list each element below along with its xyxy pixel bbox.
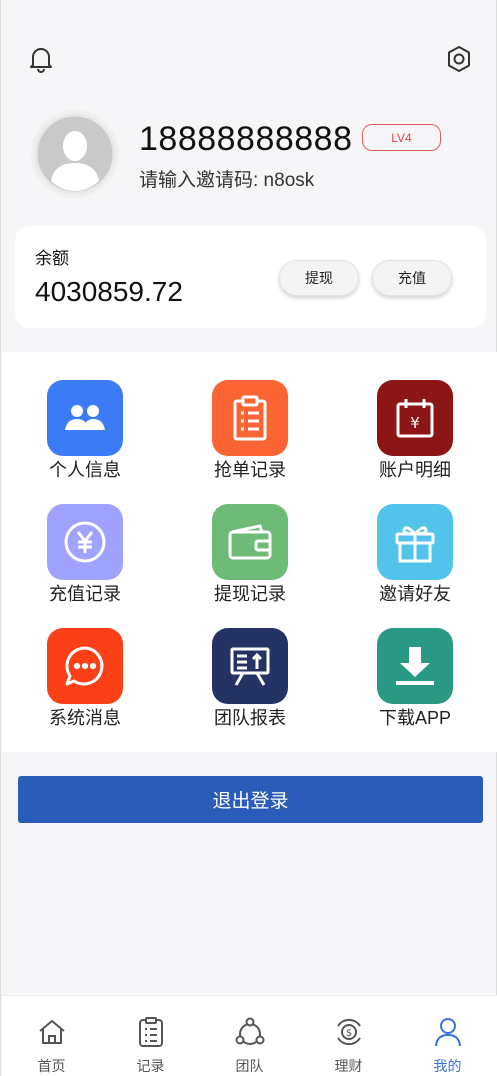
bottom-tab-bar: 首页 记录 团队 $ 理财 我的 [2, 995, 497, 1076]
withdraw-button[interactable]: 提现 [279, 260, 359, 296]
menu-item-personal-info[interactable]: 个人信息 [25, 380, 145, 490]
menu-item-label: 个人信息 [49, 460, 121, 480]
balance-card: 余额 4030859.72 提现 充值 [15, 226, 486, 328]
users-icon [47, 380, 123, 456]
tab-label: 记录 [136, 1058, 165, 1074]
team-icon [234, 1016, 266, 1048]
download-icon [377, 628, 453, 704]
menu-item-label: 团队报表 [214, 708, 286, 728]
avatar[interactable] [31, 110, 119, 198]
tab-home[interactable]: 首页 [2, 996, 101, 1076]
menu-item-invite-friends[interactable]: 邀请好友 [355, 504, 475, 614]
tab-label: 理财 [334, 1058, 363, 1074]
app-screen: 18888888888 LV4 请输入邀请码: n8osk 余额 4030859… [0, 0, 497, 1076]
menu-item-account-details[interactable]: ¥ 账户明细 [355, 380, 475, 490]
svg-text:$: $ [346, 1028, 352, 1039]
level-badge: LV4 [362, 124, 441, 151]
home-icon [36, 1016, 68, 1048]
bell-icon[interactable] [26, 44, 56, 74]
tab-finance[interactable]: $ 理财 [299, 996, 398, 1076]
tab-team[interactable]: 团队 [200, 996, 299, 1076]
finance-icon: $ [333, 1016, 365, 1048]
menu-item-grab-records[interactable]: 抢单记录 [190, 380, 310, 490]
yen-circle-icon [47, 504, 123, 580]
svg-text:¥: ¥ [410, 414, 420, 432]
presentation-board-icon [212, 628, 288, 704]
recharge-button[interactable]: 充值 [372, 260, 452, 296]
calendar-yen-icon: ¥ [377, 380, 453, 456]
menu-item-download-app[interactable]: 下载APP [355, 628, 475, 738]
tab-label: 首页 [37, 1058, 66, 1074]
user-icon [432, 1016, 464, 1048]
menu-item-label: 邀请好友 [379, 584, 451, 604]
logout-button[interactable]: 退出登录 [18, 776, 483, 823]
menu-item-system-messages[interactable]: 系统消息 [25, 628, 145, 738]
wallet-icon [212, 504, 288, 580]
chat-bubble-icon [47, 628, 123, 704]
tab-records[interactable]: 记录 [101, 996, 200, 1076]
menu-item-recharge-records[interactable]: 充值记录 [25, 504, 145, 614]
balance-value: 4030859.72 [35, 276, 183, 307]
user-avatar-icon [34, 113, 116, 195]
tab-label: 团队 [235, 1058, 264, 1074]
tab-label: 我的 [433, 1058, 462, 1074]
list-icon [135, 1016, 167, 1048]
menu-item-withdraw-records[interactable]: 提现记录 [190, 504, 310, 614]
balance-label: 余额 [35, 249, 69, 268]
menu-grid: 个人信息 抢单记录 ¥ 账户明细 充值记录 提现记录 邀请好友 系统消息 团队报… [2, 352, 497, 752]
menu-item-label: 充值记录 [49, 584, 121, 604]
menu-item-team-report[interactable]: 团队报表 [190, 628, 310, 738]
invite-code-text[interactable]: 请输入邀请码: n8osk [139, 165, 314, 192]
clipboard-icon [212, 380, 288, 456]
menu-item-label: 账户明细 [379, 460, 451, 480]
menu-item-label: 提现记录 [214, 584, 286, 604]
gear-icon[interactable] [444, 44, 474, 74]
tab-mine[interactable]: 我的 [398, 996, 497, 1076]
phone-number: 18888888888 [139, 120, 353, 158]
menu-item-label: 抢单记录 [214, 460, 286, 480]
menu-item-label: 系统消息 [49, 708, 121, 728]
gift-icon [377, 504, 453, 580]
menu-item-label: 下载APP [378, 708, 452, 728]
